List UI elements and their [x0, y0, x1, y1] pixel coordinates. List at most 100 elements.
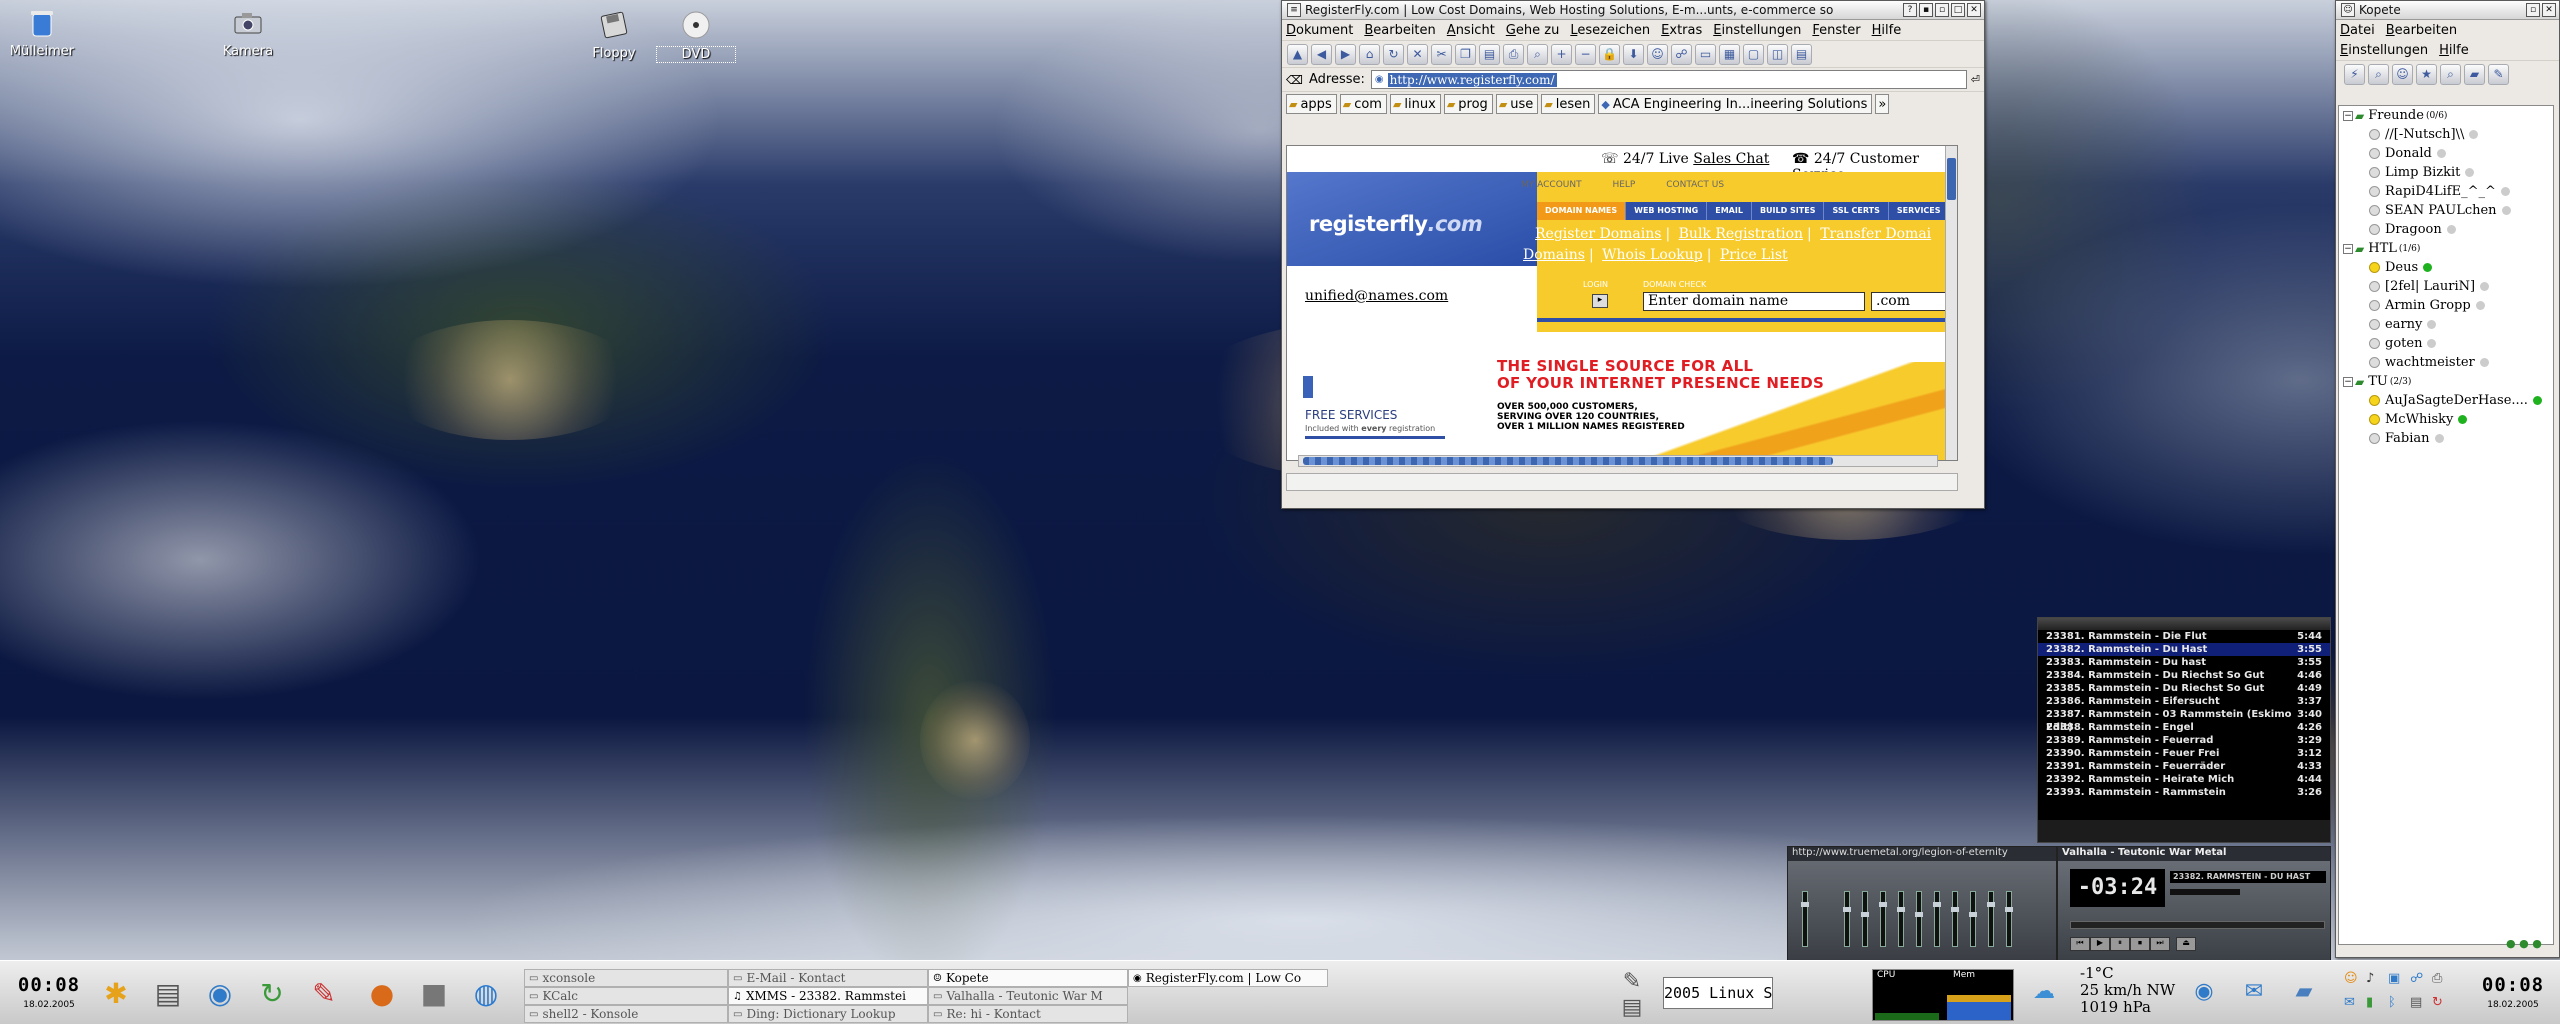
contact-item[interactable]: goten	[2339, 334, 2553, 353]
folder-icon[interactable]: ▰	[2464, 63, 2485, 85]
eq-band-slider[interactable]	[2005, 891, 2013, 947]
contact-item[interactable]: Dragoon	[2339, 220, 2553, 239]
zoom-out-icon[interactable]: −	[1575, 43, 1596, 65]
playlist-item[interactable]: 23388. Rammstein - Engel 4:26	[2038, 721, 2330, 734]
task-kopete[interactable]: ☺ Kopete	[928, 969, 1128, 987]
task-email-kontact[interactable]: ▭ E-Mail - Kontact	[728, 969, 928, 987]
print-preview-icon[interactable]: ▦	[1719, 43, 1740, 65]
eq-knob[interactable]	[1801, 902, 1809, 907]
playlist-item[interactable]: 23386. Rammstein - Eifersucht 3:37	[2038, 695, 2330, 708]
download-icon[interactable]: ⬇	[1623, 43, 1644, 65]
task-xmms[interactable]: ♫ XMMS - 23382. Rammstei	[728, 987, 928, 1005]
contact-item[interactable]: SEAN PAULchen	[2339, 201, 2553, 220]
eq-band-slider[interactable]	[1861, 891, 1869, 947]
klipper-icon[interactable]: ▤	[1618, 993, 1646, 1021]
bookmark-link[interactable]: ◆ ACA Engineering In...ineering Solutions	[1598, 94, 1873, 114]
cut-icon[interactable]: ✂	[1431, 43, 1452, 65]
panel-clock-right[interactable]: 00:08 18.02.2005	[2476, 966, 2550, 1018]
eject-button[interactable]: ⏏	[2176, 937, 2196, 951]
domain-input[interactable]: Enter domain name	[1643, 292, 1865, 311]
bookmark-overflow-button[interactable]: »	[1875, 94, 1890, 114]
close-button[interactable]: ✕	[1967, 3, 1981, 17]
view-split-icon[interactable]: ◫	[1767, 43, 1788, 65]
bookmark-folder[interactable]: ▰ apps	[1286, 94, 1337, 114]
menu-gehe-zu[interactable]: Gehe zu	[1506, 23, 1560, 38]
eq-knob[interactable]	[1969, 912, 1977, 917]
reload-icon[interactable]: ↻	[1383, 43, 1404, 65]
menu-extras[interactable]: Extras	[1661, 23, 1702, 38]
konqueror-icon[interactable]: ◉	[200, 973, 240, 1013]
nav-web-hosting[interactable]: WEB HOSTING	[1626, 202, 1708, 220]
user-icon[interactable]: ☺	[1647, 43, 1668, 65]
security-icon[interactable]: 🔒	[1599, 43, 1620, 65]
view-single-icon[interactable]: ▢	[1743, 43, 1764, 65]
task-konsole[interactable]: ▭ shell2 - Konsole	[524, 1005, 728, 1023]
eq-knob[interactable]	[1879, 902, 1887, 907]
contact-group[interactable]: − ▰ TU (2/3)	[2339, 372, 2553, 391]
clipboard-icon[interactable]: ▤	[2410, 995, 2430, 1017]
browser-titlebar[interactable]: ≡ RegisterFly.com | Low Cost Domains, We…	[1282, 1, 1984, 20]
maximize-button[interactable]: □	[1951, 3, 1965, 17]
eq-knob[interactable]	[1987, 902, 1995, 907]
sales-chat-link[interactable]: ☏ 24/7 Live Sales Chat	[1601, 151, 1769, 167]
home-icon[interactable]: ⌂	[1359, 43, 1380, 65]
contact-item[interactable]: AuJaSagteDerHase....	[2339, 391, 2553, 410]
add-contact-icon[interactable]: ☺	[2392, 63, 2413, 85]
menu-hilfe[interactable]: Hilfe	[1872, 23, 1902, 38]
volume-slider[interactable]	[2170, 889, 2240, 895]
contact-item[interactable]: Armin Gropp	[2339, 296, 2553, 315]
copy-icon[interactable]: ❐	[1455, 43, 1476, 65]
desktop-icon-trash[interactable]: Mülleimer	[2, 2, 82, 59]
window-menu-icon[interactable]: ≡	[1287, 3, 1301, 17]
minimize-button[interactable]: ▫	[2526, 3, 2540, 17]
printer-icon[interactable]: ⎙	[2432, 971, 2452, 993]
eq-band-slider[interactable]	[1951, 891, 1959, 947]
transfer-domains-link[interactable]: Transfer Domai	[1820, 226, 1931, 242]
nav-email[interactable]: EMAIL	[1707, 202, 1752, 220]
clipboard-icon[interactable]: ✎	[1618, 967, 1646, 995]
eq-band-slider[interactable]	[1969, 891, 1977, 947]
playlist-titlebar[interactable]	[2038, 618, 2330, 630]
print-icon[interactable]: ⎙	[1503, 43, 1524, 65]
whois-lookup-link[interactable]: Whois Lookup	[1602, 247, 1703, 263]
contact-item[interactable]: Donald	[2339, 144, 2553, 163]
notes-icon[interactable]: ✎	[304, 973, 344, 1013]
nav-domain-names[interactable]: DOMAIN NAMES	[1537, 202, 1627, 220]
bulk-registration-link[interactable]: Bulk Registration	[1679, 226, 1803, 242]
terminal-icon[interactable]: ■	[414, 973, 454, 1013]
collapse-icon[interactable]: −	[2343, 376, 2353, 387]
view-grid-icon[interactable]: ▤	[1791, 43, 1812, 65]
seek-bar[interactable]	[2070, 921, 2325, 929]
weather-cloud-icon[interactable]: ☁	[2030, 977, 2058, 1005]
bookmark-folder[interactable]: ▰ com	[1339, 94, 1387, 114]
refresh-icon[interactable]: ↻	[252, 973, 292, 1013]
document-icon[interactable]: ▤	[148, 973, 188, 1013]
contact-item[interactable]: RapiD4LifE_^_^	[2339, 182, 2553, 201]
news-ticker[interactable]: 2005 Linux Security	[1663, 977, 1773, 1009]
playlist-item[interactable]: 23392. Rammstein - Heirate Mich 4:44	[2038, 773, 2330, 786]
network-icon[interactable]: ☍	[2410, 971, 2430, 993]
login-email[interactable]: unified@names.com	[1305, 288, 1448, 304]
playlist-item[interactable]: 23385. Rammstein - Du Riechst So Gut 4:49	[2038, 682, 2330, 695]
contact-group[interactable]: − ▰ Freunde (0/6)	[2339, 106, 2553, 125]
domains-link[interactable]: Domains	[1523, 247, 1585, 263]
playlist-item[interactable]: 23391. Rammstein - Feuerräder 4:33	[2038, 760, 2330, 773]
task-xconsole[interactable]: ▭ xconsole	[524, 969, 728, 987]
help-link[interactable]: HELP	[1612, 180, 1635, 190]
volume-icon[interactable]: ♪	[2366, 971, 2386, 993]
eq-band-slider[interactable]	[1801, 891, 1809, 947]
pause-button[interactable]: ⏸	[2110, 937, 2130, 951]
contact-item[interactable]: //[-Nutsch]\\	[2339, 125, 2553, 144]
network-icon[interactable]: ☍	[1671, 43, 1692, 65]
kde-icon[interactable]: ✱	[96, 973, 136, 1013]
register-domains-link[interactable]: Register Domains	[1535, 226, 1661, 242]
previous-button[interactable]: ⏮	[2070, 937, 2090, 951]
scroll-thumb[interactable]	[1303, 457, 1833, 465]
up-icon[interactable]: ▲	[1287, 43, 1308, 65]
find-icon[interactable]: ⌕	[1527, 43, 1548, 65]
bookmark-folder[interactable]: ▰ use	[1495, 94, 1539, 114]
eq-knob[interactable]	[1897, 907, 1905, 912]
update-icon[interactable]: ↻	[2432, 995, 2452, 1017]
help-button[interactable]: ?	[1903, 3, 1917, 17]
menu-einstellungen[interactable]: Einstellungen	[1713, 23, 1801, 38]
